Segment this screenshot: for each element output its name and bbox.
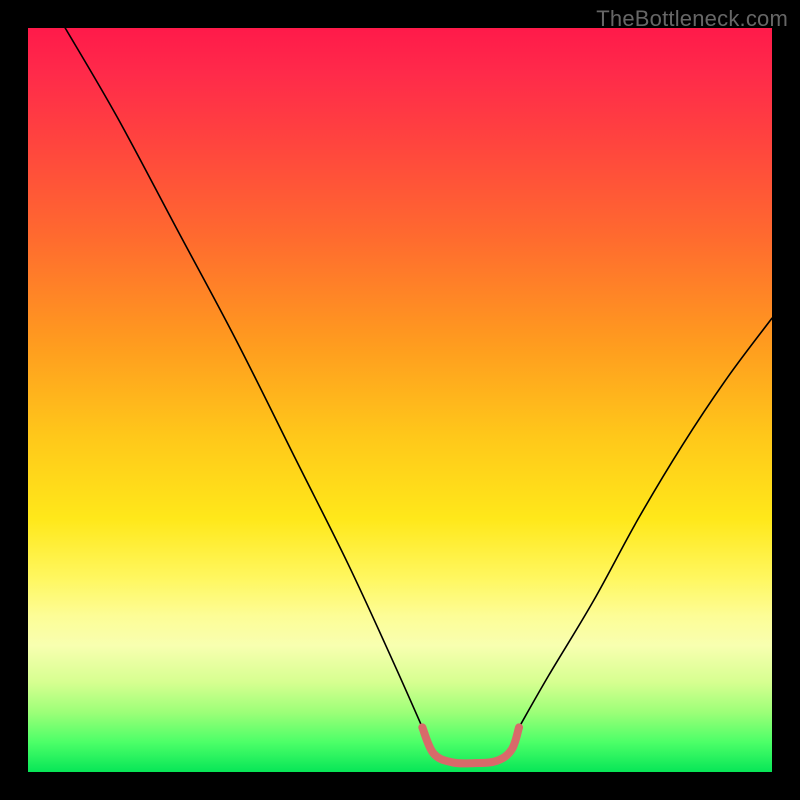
plot-area [28, 28, 772, 772]
curve-layer [28, 28, 772, 772]
series-left-arm [65, 28, 422, 727]
series-bottom-highlight [422, 727, 519, 763]
series-right-arm [519, 318, 772, 727]
curve-group [65, 28, 772, 763]
watermark-text: TheBottleneck.com [596, 6, 788, 32]
chart-frame: TheBottleneck.com [0, 0, 800, 800]
